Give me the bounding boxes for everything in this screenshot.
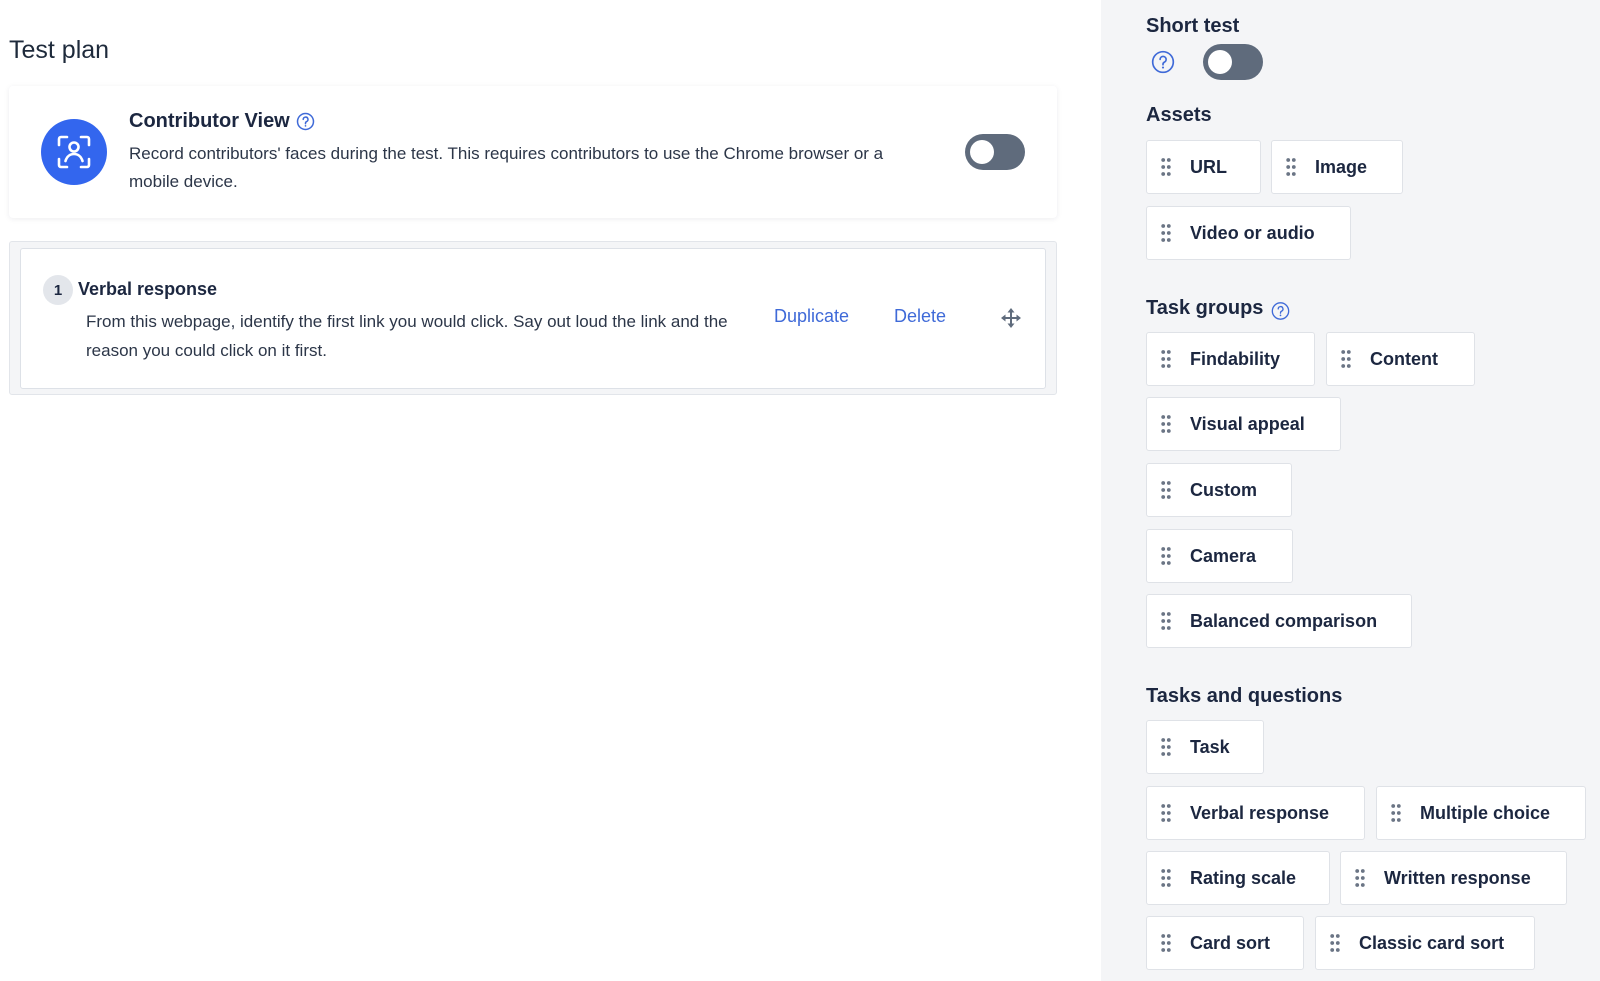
question-circle-icon[interactable]	[1151, 50, 1175, 74]
question-circle-icon[interactable]	[296, 112, 315, 131]
drag-grip-icon	[1341, 349, 1351, 369]
contributor-view-description: Record contributors' faces during the te…	[129, 144, 884, 191]
task-groups-heading: Task groups	[1146, 297, 1290, 320]
task-chip-classic-card-sort[interactable]: Classic card sort	[1315, 916, 1535, 970]
task-chip-multiple-choice[interactable]: Multiple choice	[1376, 786, 1586, 840]
drag-grip-icon	[1161, 611, 1171, 631]
task-chip-task[interactable]: Task	[1146, 720, 1264, 774]
asset-chip-image[interactable]: Image	[1271, 140, 1403, 194]
chip-label: Visual appeal	[1190, 413, 1305, 434]
task-chip-card-sort[interactable]: Card sort	[1146, 916, 1304, 970]
drag-grip-icon	[1161, 803, 1171, 823]
task-group-chip-content[interactable]: Content	[1326, 332, 1475, 386]
task-group-chip-findability[interactable]: Findability	[1146, 332, 1315, 386]
drag-grip-icon	[1161, 349, 1171, 369]
chip-label: Verbal response	[1190, 802, 1330, 823]
chip-label: Image	[1315, 156, 1368, 177]
task-group-chip-custom[interactable]: Custom	[1146, 463, 1292, 517]
chip-label: Card sort	[1190, 932, 1271, 953]
chip-label: Camera	[1190, 545, 1257, 566]
contributor-view-heading: Contributor View	[129, 110, 315, 133]
move-arrows-icon[interactable]	[1000, 307, 1022, 329]
task-group-chip-balanced-comparison[interactable]: Balanced comparison	[1146, 594, 1412, 648]
drag-grip-icon	[1286, 157, 1296, 177]
chip-label: Written response	[1384, 867, 1531, 888]
drag-grip-icon	[1161, 223, 1171, 243]
drag-grip-icon	[1161, 157, 1171, 177]
chip-label: Findability	[1190, 348, 1280, 369]
contributor-view-title: Contributor View	[129, 110, 290, 132]
delete-button[interactable]: Delete	[894, 306, 946, 327]
asset-chip-video-or-audio[interactable]: Video or audio	[1146, 206, 1351, 260]
chip-label: Balanced comparison	[1190, 610, 1378, 631]
page-title: Test plan	[9, 36, 110, 64]
task-number-badge: 1	[43, 275, 73, 305]
chip-label: Content	[1370, 348, 1438, 369]
question-circle-icon[interactable]	[1271, 299, 1290, 320]
chip-label: Multiple choice	[1420, 802, 1551, 823]
assets-title: Assets	[1146, 104, 1212, 126]
drag-grip-icon	[1330, 933, 1340, 953]
toggle-knob	[970, 140, 994, 164]
chip-label: Video or audio	[1190, 222, 1315, 243]
asset-chip-url[interactable]: URL	[1146, 140, 1261, 194]
task-title: Verbal response	[78, 279, 218, 299]
contributor-view-card: Contributor View Record contributors' fa…	[9, 86, 1057, 218]
task-group-chip-visual-appeal[interactable]: Visual appeal	[1146, 397, 1341, 451]
task-card[interactable]: 1 Verbal response From this webpage, ide…	[20, 248, 1046, 389]
main-content: Test plan Contributor View Record contri…	[0, 0, 1101, 981]
chip-label: URL	[1190, 156, 1227, 177]
task-chip-written-response[interactable]: Written response	[1340, 851, 1567, 905]
drag-grip-icon	[1391, 803, 1401, 823]
short-test-toggle[interactable]	[1203, 44, 1263, 80]
drag-grip-icon	[1161, 868, 1171, 888]
chip-label: Rating scale	[1190, 867, 1297, 888]
drag-grip-icon	[1161, 933, 1171, 953]
chip-label: Classic card sort	[1359, 932, 1505, 953]
tasks-and-questions-title: Tasks and questions	[1146, 685, 1343, 707]
task-group-chip-camera[interactable]: Camera	[1146, 529, 1293, 583]
task-chip-rating-scale[interactable]: Rating scale	[1146, 851, 1330, 905]
face-scan-icon	[41, 119, 107, 185]
contributor-view-toggle[interactable]	[965, 134, 1025, 170]
drag-grip-icon	[1161, 546, 1171, 566]
duplicate-button[interactable]: Duplicate	[774, 306, 849, 327]
drag-grip-icon	[1161, 414, 1171, 434]
short-test-title: Short test	[1146, 15, 1240, 37]
drag-grip-icon	[1355, 868, 1365, 888]
drag-grip-icon	[1161, 737, 1171, 757]
task-list: 1 Verbal response From this webpage, ide…	[9, 241, 1057, 395]
chip-label: Custom	[1190, 479, 1257, 500]
task-groups-title: Task groups	[1146, 297, 1264, 319]
drag-grip-icon	[1161, 480, 1171, 500]
task-description: From this webpage, identify the first li…	[86, 312, 728, 360]
toggle-knob	[1208, 50, 1232, 74]
task-chip-verbal-response[interactable]: Verbal response	[1146, 786, 1365, 840]
chip-label: Task	[1190, 736, 1230, 757]
